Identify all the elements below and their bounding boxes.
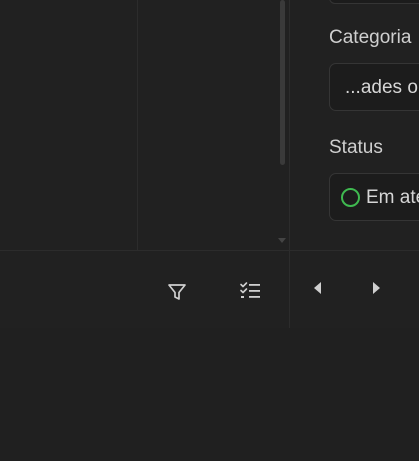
details-pane: Categoria ...ades o Status Em ate bbox=[289, 0, 419, 250]
checklist-button[interactable] bbox=[236, 277, 264, 305]
left-pane bbox=[0, 0, 137, 250]
checklist-icon bbox=[240, 282, 260, 298]
scroll-down-arrow-icon[interactable] bbox=[278, 238, 286, 243]
filter-icon bbox=[168, 284, 186, 300]
status-circle-icon bbox=[341, 188, 360, 207]
toolbar-divider bbox=[289, 251, 290, 329]
list-scrollbar[interactable] bbox=[277, 0, 289, 250]
previous-field-box[interactable] bbox=[329, 0, 419, 4]
scrollbar-thumb[interactable] bbox=[280, 0, 285, 165]
filter-button[interactable] bbox=[163, 278, 191, 306]
next-button[interactable] bbox=[362, 274, 390, 302]
bottom-toolbar bbox=[0, 250, 419, 329]
chevron-left-icon bbox=[314, 282, 321, 294]
empty-area bbox=[0, 328, 419, 461]
category-label: Categoria bbox=[329, 27, 412, 48]
category-field[interactable]: ...ades o bbox=[329, 63, 419, 111]
previous-button[interactable] bbox=[304, 274, 332, 302]
list-pane bbox=[137, 0, 290, 250]
status-value: Em ate bbox=[366, 187, 419, 208]
app-window: Categoria ...ades o Status Em ate bbox=[0, 0, 419, 461]
status-field[interactable]: Em ate bbox=[329, 173, 419, 221]
category-value: ...ades o bbox=[345, 77, 418, 98]
chevron-right-icon bbox=[373, 282, 380, 294]
status-label: Status bbox=[329, 137, 383, 158]
